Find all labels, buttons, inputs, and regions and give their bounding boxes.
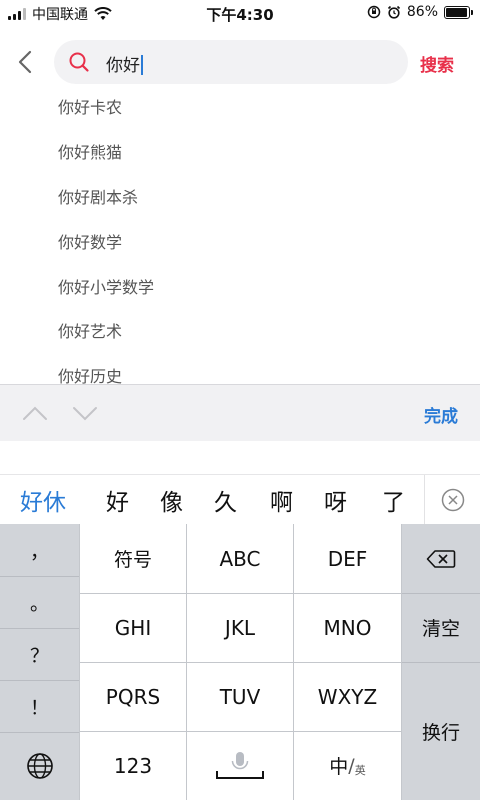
lang-main: 中 — [329, 756, 349, 778]
candidate-word[interactable]: 了 — [382, 483, 405, 517]
key-period[interactable]: 。 — [0, 576, 79, 628]
suggestion-item[interactable]: 你好熊猫 — [0, 129, 480, 174]
search-icon — [69, 52, 89, 72]
text-cursor — [141, 55, 143, 75]
enter-key[interactable]: 换行 — [402, 662, 480, 800]
suggestion-item[interactable]: 你好卡农 — [0, 84, 480, 129]
key-wxyz[interactable]: WXYZ — [294, 662, 401, 731]
key-ghi[interactable]: GHI — [80, 593, 186, 662]
key-mno[interactable]: MNO — [294, 593, 401, 662]
suggestion-item[interactable]: 你好剧本杀 — [0, 174, 480, 219]
search-text-container: 你好 — [106, 51, 143, 76]
keyboard-accessory-bar: 完成 — [0, 384, 480, 441]
language-switch-key[interactable]: 中 / 英 — [294, 731, 401, 800]
candidate-word[interactable]: 像 — [160, 483, 183, 517]
keyboard: ， 。 ？ ！ 符号 ABC DEF GHI JKL MNO PQRS TUV … — [0, 524, 480, 800]
search-button[interactable]: 搜索 — [420, 51, 454, 76]
done-button[interactable]: 完成 — [424, 402, 458, 427]
clear-key[interactable]: 清空 — [402, 593, 480, 662]
backspace-key[interactable] — [402, 524, 480, 593]
key-tuv[interactable]: TUV — [187, 662, 293, 731]
candidate-word[interactable]: 好 — [106, 483, 129, 517]
status-bar: 中国联通 下午4:30 86% — [0, 0, 480, 26]
suggestion-list: 你好卡农 你好熊猫 你好剧本杀 你好数学 你好小学数学 你好艺术 你好历史 — [0, 84, 480, 398]
battery-percent: 86% — [406, 4, 438, 20]
key-def[interactable]: DEF — [294, 524, 401, 593]
candidate-word[interactable]: 久 — [214, 483, 237, 517]
suggestion-item[interactable]: 你好数学 — [0, 218, 480, 263]
alarm-icon — [387, 5, 400, 19]
globe-icon — [26, 753, 53, 779]
microphone-icon — [216, 751, 264, 779]
space-voice-key[interactable] — [187, 731, 293, 800]
lang-alt: 英 — [354, 763, 366, 777]
collapse-candidates-button[interactable] — [424, 475, 480, 525]
close-circle-icon — [441, 488, 465, 512]
key-question[interactable]: ？ — [0, 628, 79, 680]
suggestion-item[interactable]: 你好艺术 — [0, 308, 480, 353]
status-right: 86% — [367, 4, 473, 20]
candidate-word[interactable]: 啊 — [270, 483, 293, 517]
backspace-icon — [426, 549, 456, 568]
search-query: 你好 — [106, 56, 140, 76]
key-123[interactable]: 123 — [80, 731, 186, 800]
key-comma[interactable]: ， — [0, 524, 79, 576]
back-arrow-icon[interactable] — [12, 46, 40, 78]
chevron-up-icon[interactable] — [22, 405, 48, 421]
candidate-word[interactable]: 呀 — [324, 483, 347, 517]
battery-icon — [444, 5, 473, 19]
suggestion-item[interactable]: 你好小学数学 — [0, 263, 480, 308]
key-exclamation[interactable]: ！ — [0, 680, 79, 732]
candidate-bar: 好休 好 像 久 啊 呀 了 — [0, 474, 480, 525]
chevron-down-icon[interactable] — [72, 405, 98, 421]
key-abc[interactable]: ABC — [187, 524, 293, 593]
search-bar: 你好 搜索 — [0, 34, 480, 90]
input-spacer — [0, 441, 480, 474]
globe-key[interactable] — [0, 732, 79, 800]
key-jkl[interactable]: JKL — [187, 593, 293, 662]
search-input[interactable]: 你好 — [54, 40, 408, 84]
candidate-word[interactable]: 好休 — [20, 483, 66, 517]
orientation-lock-icon — [367, 5, 381, 19]
key-pqrs[interactable]: PQRS — [80, 662, 186, 731]
key-symbols[interactable]: 符号 — [80, 524, 186, 593]
